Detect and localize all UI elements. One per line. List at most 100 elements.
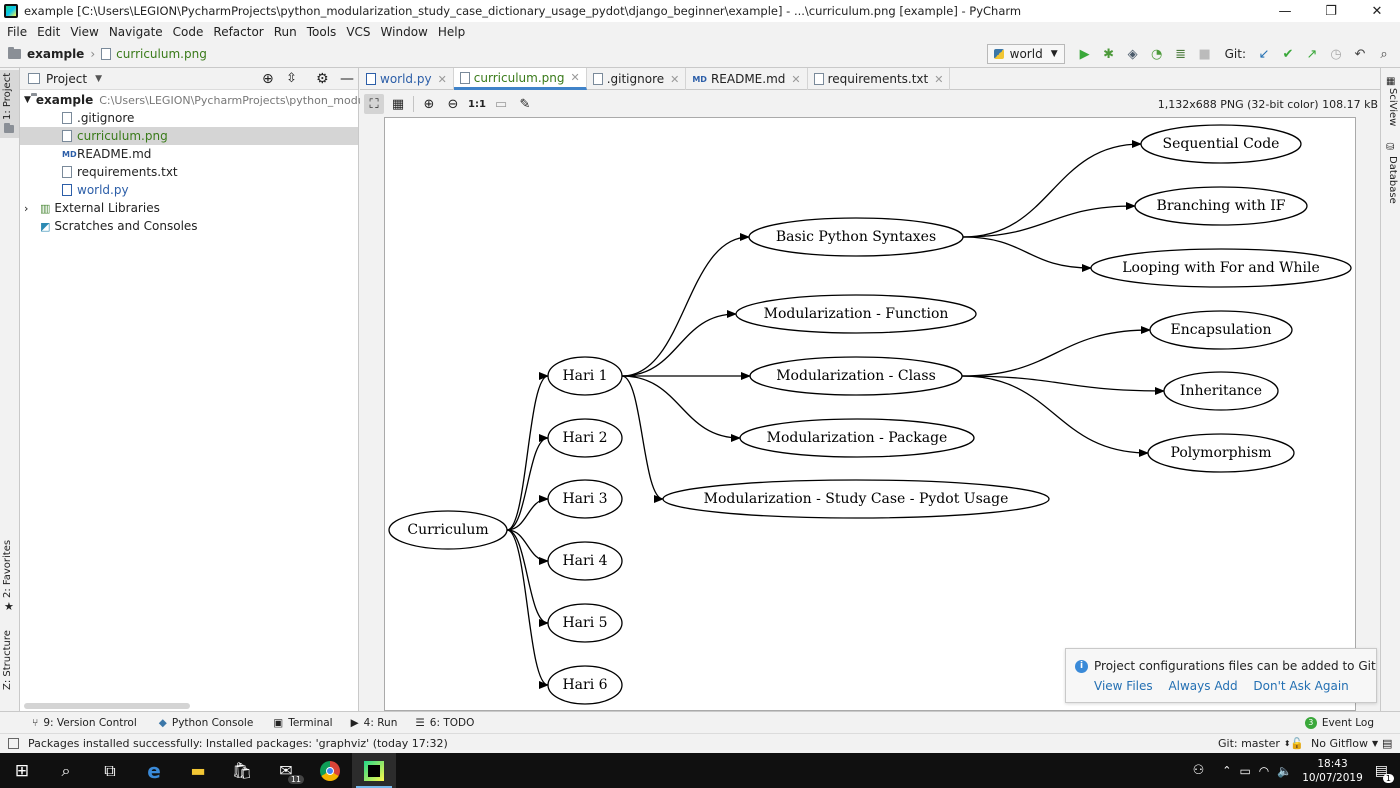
tree-item-curriculum-png[interactable]: curriculum.png bbox=[20, 127, 358, 145]
event-log-tool[interactable]: 3 Event Log bbox=[1304, 716, 1374, 729]
store-icon[interactable]: 🛍 bbox=[220, 753, 264, 788]
chrome-icon[interactable] bbox=[308, 753, 352, 788]
view-files-link[interactable]: View Files bbox=[1094, 679, 1153, 693]
gitflow-widget[interactable]: No Gitflow ▼ bbox=[1311, 737, 1378, 750]
locate-icon[interactable]: ⊕ bbox=[262, 71, 274, 87]
battery-icon[interactable]: ▭ bbox=[1239, 764, 1250, 778]
tree-item-world-py[interactable]: world.py bbox=[20, 181, 358, 199]
git-update-icon[interactable]: ↙ bbox=[1254, 44, 1274, 64]
grid-icon[interactable]: ▦ bbox=[388, 94, 408, 114]
todo-tool[interactable]: ☰ 6: TODO bbox=[415, 717, 474, 729]
tree-item-readme[interactable]: MD README.md bbox=[20, 145, 358, 163]
menu-edit[interactable]: Edit bbox=[32, 25, 65, 39]
tab-gitignore[interactable]: .gitignore ✕ bbox=[587, 68, 687, 90]
debug-icon[interactable]: ✱ bbox=[1099, 44, 1119, 64]
stop-icon[interactable]: ■ bbox=[1195, 44, 1215, 64]
volume-icon[interactable]: 🔈 bbox=[1277, 764, 1292, 778]
maximize-button[interactable]: ❐ bbox=[1308, 0, 1354, 22]
actual-size-button[interactable]: 1:1 bbox=[467, 94, 487, 114]
sciview-tool-button[interactable]: SciView bbox=[1387, 88, 1398, 126]
zoom-in-icon[interactable]: ⊕ bbox=[419, 94, 439, 114]
collapse-all-icon[interactable]: ⇳ bbox=[286, 71, 297, 86]
project-tool-button[interactable]: 1: Project bbox=[2, 73, 13, 120]
profile-icon[interactable]: ◔ bbox=[1147, 44, 1167, 64]
pycharm-taskbar-icon[interactable] bbox=[352, 753, 396, 788]
close-button[interactable]: ✕ bbox=[1354, 0, 1400, 22]
tab-requirements[interactable]: requirements.txt ✕ bbox=[808, 68, 951, 90]
git-commit-icon[interactable]: ✔ bbox=[1278, 44, 1298, 64]
menu-help[interactable]: Help bbox=[433, 25, 470, 39]
menu-view[interactable]: View bbox=[65, 25, 103, 39]
coverage-icon[interactable]: ◈ bbox=[1123, 44, 1143, 64]
rollback-icon[interactable]: ↶ bbox=[1350, 44, 1370, 64]
menu-run[interactable]: Run bbox=[269, 25, 302, 39]
close-tab-icon[interactable]: ✕ bbox=[934, 73, 943, 86]
favorites-tool-button[interactable]: 2: Favorites bbox=[2, 540, 13, 598]
structure-tool-button[interactable]: Z: Structure bbox=[2, 630, 13, 690]
tree-root-example[interactable]: ▼ example C:\Users\LEGION\PycharmProject… bbox=[20, 91, 388, 109]
version-control-tool[interactable]: ⑂ 9: Version Control bbox=[32, 717, 137, 729]
fit-to-window-icon[interactable]: ⛶ bbox=[364, 94, 384, 114]
dont-ask-again-link[interactable]: Don't Ask Again bbox=[1253, 679, 1348, 693]
edge-browser-icon[interactable]: e bbox=[132, 753, 176, 788]
memory-indicator-icon[interactable]: ▤ bbox=[1382, 737, 1392, 750]
menu-window[interactable]: Window bbox=[376, 25, 433, 39]
search-everywhere-icon[interactable]: ⌕ bbox=[1374, 44, 1394, 64]
gear-icon[interactable]: ⚙ bbox=[316, 71, 329, 87]
git-branch-widget[interactable]: Git: master ⬍ bbox=[1218, 737, 1291, 750]
node-label: Basic Python Syntaxes bbox=[776, 229, 936, 245]
action-center-icon[interactable]: ▤ 1 bbox=[1375, 763, 1394, 783]
show-hidden-icons[interactable]: ⌃ bbox=[1222, 764, 1231, 777]
menu-code[interactable]: Code bbox=[168, 25, 209, 39]
database-tool-button[interactable]: Database bbox=[1387, 156, 1398, 204]
file-explorer-icon[interactable]: ▬ bbox=[176, 753, 220, 788]
zoom-out-icon[interactable]: ⊖ bbox=[443, 94, 463, 114]
close-tab-icon[interactable]: ✕ bbox=[438, 73, 447, 86]
lock-icon[interactable]: 🔓 bbox=[1290, 737, 1304, 750]
tab-world-py[interactable]: world.py ✕ bbox=[360, 68, 454, 90]
tree-item-scratches[interactable]: ◩ Scratches and Consoles bbox=[20, 217, 358, 235]
menu-tools[interactable]: Tools bbox=[302, 25, 342, 39]
minimize-button[interactable]: — bbox=[1262, 0, 1308, 22]
breadcrumb-file[interactable]: curriculum.png bbox=[116, 47, 207, 61]
concurrency-icon[interactable]: ≣ bbox=[1171, 44, 1191, 64]
edge-curriculum-hari1 bbox=[506, 372, 549, 531]
search-icon[interactable]: ⌕ bbox=[44, 753, 88, 788]
run-tool[interactable]: ▶ 4: Run bbox=[351, 717, 398, 729]
status-toggle-icon[interactable] bbox=[8, 738, 19, 749]
horizontal-scrollbar[interactable] bbox=[24, 703, 190, 709]
close-tab-icon[interactable]: ✕ bbox=[670, 73, 679, 86]
hide-panel-icon[interactable]: — bbox=[340, 71, 354, 87]
menu-file[interactable]: File bbox=[2, 25, 32, 39]
close-tab-icon[interactable]: ✕ bbox=[570, 71, 579, 84]
tree-item-external-libraries[interactable]: › ▥ External Libraries bbox=[20, 199, 358, 217]
run-icon[interactable]: ▶ bbox=[1075, 44, 1095, 64]
color-picker-icon[interactable]: ✎ bbox=[515, 94, 535, 114]
tab-readme[interactable]: MD README.md ✕ bbox=[686, 68, 808, 90]
task-view-icon[interactable]: ⧉ bbox=[88, 753, 132, 788]
breadcrumb-project[interactable]: example bbox=[27, 47, 84, 61]
tab-curriculum-png[interactable]: curriculum.png ✕ bbox=[453, 68, 587, 90]
menu-refactor[interactable]: Refactor bbox=[208, 25, 268, 39]
history-icon[interactable]: ◷ bbox=[1326, 44, 1346, 64]
wifi-icon[interactable]: ◠ bbox=[1259, 764, 1269, 778]
background-icon[interactable]: ▭ bbox=[491, 94, 511, 114]
chevron-down-icon[interactable]: ▼ bbox=[24, 95, 31, 105]
run-configuration-select[interactable]: world ▼ bbox=[986, 44, 1065, 64]
menu-vcs[interactable]: VCS bbox=[341, 25, 375, 39]
chevron-down-icon[interactable]: ▼ bbox=[95, 74, 102, 84]
close-tab-icon[interactable]: ✕ bbox=[791, 73, 800, 86]
tree-item-requirements[interactable]: requirements.txt bbox=[20, 163, 358, 181]
clock[interactable]: 18:43 10/07/2019 bbox=[1302, 757, 1363, 785]
git-push-icon[interactable]: ↗ bbox=[1302, 44, 1322, 64]
people-icon[interactable]: ⚇ bbox=[1193, 763, 1205, 778]
terminal-tool[interactable]: ▣ Terminal bbox=[273, 717, 332, 729]
always-add-link[interactable]: Always Add bbox=[1168, 679, 1237, 693]
project-view-select[interactable]: Project bbox=[46, 72, 87, 86]
python-console-tool[interactable]: ◆ Python Console bbox=[159, 717, 254, 729]
windows-start-icon[interactable]: ⊞ bbox=[0, 753, 44, 788]
chevron-right-icon[interactable]: › bbox=[24, 202, 40, 215]
mail-icon[interactable]: ✉ 11 bbox=[264, 753, 308, 788]
tree-item-gitignore[interactable]: .gitignore bbox=[20, 109, 358, 127]
menu-navigate[interactable]: Navigate bbox=[104, 25, 168, 39]
